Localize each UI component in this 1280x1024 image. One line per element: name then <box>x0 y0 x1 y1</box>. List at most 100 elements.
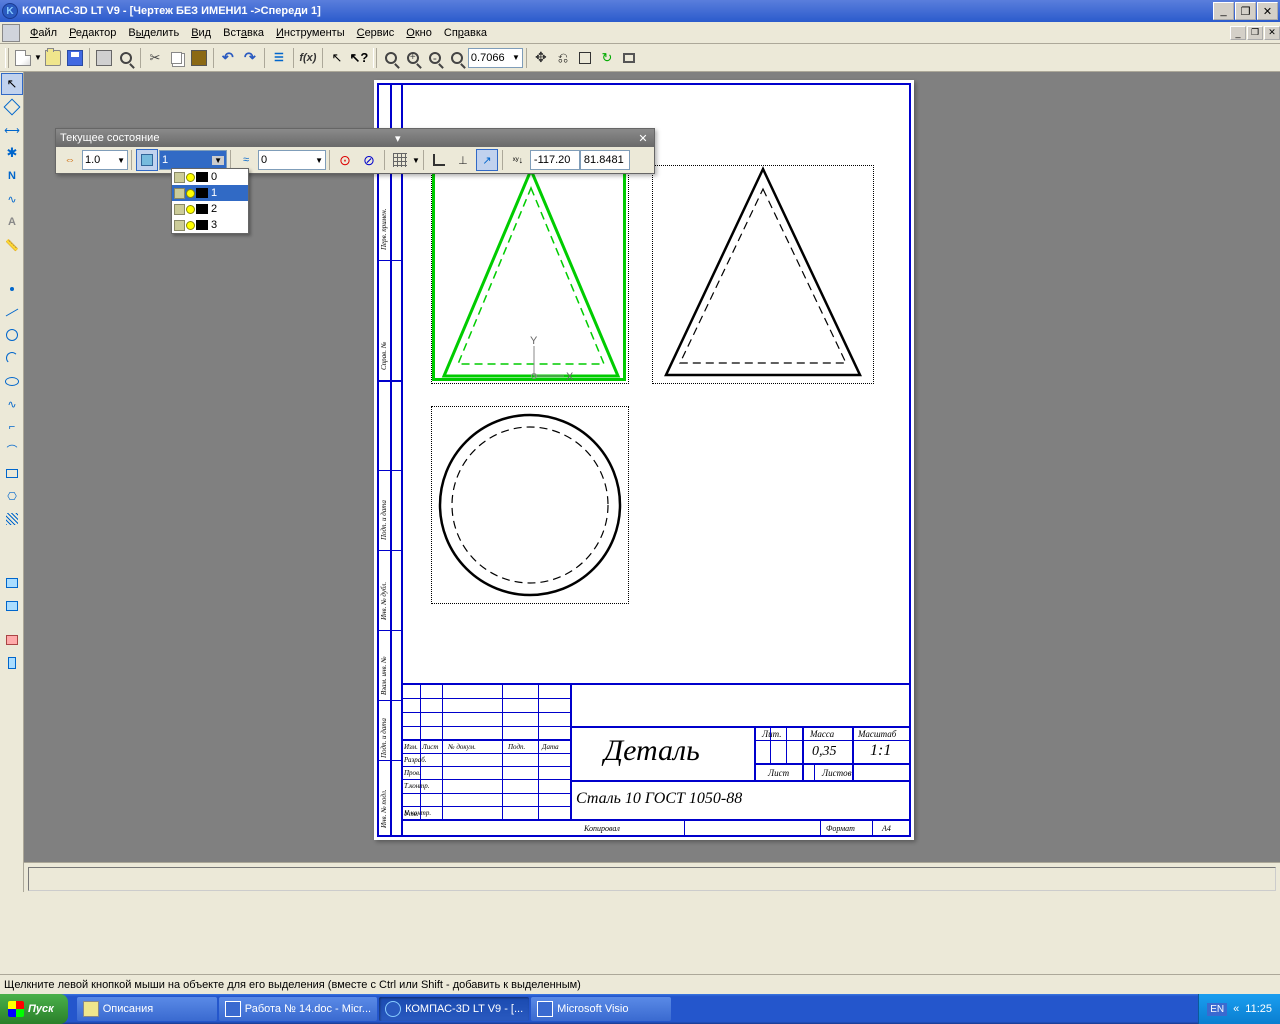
new-dropdown[interactable]: ▼ <box>34 53 42 62</box>
tool-point[interactable] <box>1 278 23 300</box>
grid-button[interactable] <box>389 149 411 171</box>
tool-rect[interactable] <box>1 462 23 484</box>
undo-button[interactable]: ↶ <box>217 47 239 69</box>
tool-fillet[interactable]: ⌒ <box>1 439 23 461</box>
local-coord-button[interactable]: ↗ <box>476 149 498 171</box>
tool-params[interactable]: А <box>1 211 23 233</box>
paste-button[interactable] <box>188 47 210 69</box>
menu-insert[interactable]: Вставка <box>217 25 270 41</box>
redo-button[interactable]: ↷ <box>239 47 261 69</box>
tool-ellipse[interactable] <box>1 370 23 392</box>
tool-panel2[interactable] <box>1 595 23 617</box>
prov-label: Пров. <box>404 769 421 777</box>
open-button[interactable] <box>42 47 64 69</box>
zoom-window-button[interactable] <box>446 47 468 69</box>
layer-item-2[interactable]: 2 <box>172 201 248 217</box>
step-input[interactable]: 1.0▼ <box>82 150 128 170</box>
tray-chevron[interactable]: « <box>1233 1003 1239 1015</box>
save-button[interactable] <box>64 47 86 69</box>
zoom-value-input[interactable]: 0.7066▼ <box>468 48 523 68</box>
tool-spline[interactable]: ∿ <box>1 393 23 415</box>
preview-button[interactable] <box>115 47 137 69</box>
maximize-button[interactable]: ❐ <box>1235 2 1256 20</box>
zoom-in-button[interactable] <box>402 47 424 69</box>
floating-close-button[interactable]: ✕ <box>636 132 650 145</box>
tool-library[interactable] <box>1 629 23 651</box>
linestyle-select[interactable]: 0▼ <box>258 150 326 170</box>
tool-geometry[interactable] <box>1 96 23 118</box>
floating-panel-title[interactable]: Текущее состояние ▾ ✕ <box>56 129 654 147</box>
menu-view[interactable]: Вид <box>185 25 217 41</box>
circle-1[interactable] <box>431 406 629 604</box>
refresh-button[interactable] <box>574 47 596 69</box>
layer-item-3[interactable]: 3 <box>172 217 248 233</box>
properties-button[interactable]: ☰ <box>268 47 290 69</box>
tool-select[interactable]: ↖ <box>1 73 23 95</box>
menu-file[interactable]: Файл <box>24 25 63 41</box>
cut-button[interactable]: ✂ <box>144 47 166 69</box>
tool-polygon[interactable]: ⎔ <box>1 485 23 507</box>
tool-chamfer[interactable]: ⌐ <box>1 416 23 438</box>
tool-hatch[interactable] <box>1 508 23 530</box>
tool-text[interactable]: N <box>1 165 23 187</box>
redraw-button[interactable]: ↻ <box>596 47 618 69</box>
mdi-close[interactable]: ✕ <box>1264 26 1280 40</box>
menu-edit[interactable]: Редактор <box>63 25 122 41</box>
step-button[interactable]: ⇔ <box>59 149 81 171</box>
pointer-button[interactable]: ↖ <box>326 47 348 69</box>
copy-button[interactable] <box>166 47 188 69</box>
snap-button[interactable]: ⊙ <box>334 149 356 171</box>
menu-service[interactable]: Сервис <box>351 25 401 41</box>
layer-item-1[interactable]: 1 <box>172 185 248 201</box>
zoom-all-button[interactable] <box>380 47 402 69</box>
zoom-prev-button[interactable]: ⎌ <box>552 47 574 69</box>
layer-select[interactable]: 1▼ <box>159 150 227 170</box>
clock[interactable]: 11:25 <box>1245 1003 1272 1015</box>
task-item-1[interactable]: Работа № 14.doc - Micr... <box>219 997 377 1021</box>
tool-circle[interactable] <box>1 324 23 346</box>
menu-help[interactable]: Справка <box>438 25 493 41</box>
menu-select[interactable]: Выделить <box>122 25 185 41</box>
layer-item-0[interactable]: 0 <box>172 169 248 185</box>
tool-panel1[interactable] <box>1 572 23 594</box>
grid-dropdown[interactable]: ▼ <box>412 156 420 165</box>
tool-dimension[interactable]: ⟷ <box>1 119 23 141</box>
start-button[interactable]: Пуск <box>0 994 68 1024</box>
task-item-3[interactable]: Microsoft Visio <box>531 997 671 1021</box>
variables-button[interactable]: f(x) <box>297 47 319 69</box>
document-icon[interactable] <box>2 24 20 42</box>
snap-toggle-button[interactable]: ⊘ <box>358 149 380 171</box>
language-indicator[interactable]: EN <box>1207 1003 1227 1016</box>
coord-y-field[interactable]: 81.8481 <box>580 150 630 170</box>
mdi-restore[interactable]: ❐ <box>1247 26 1263 40</box>
close-button[interactable]: ✕ <box>1257 2 1278 20</box>
frame-button[interactable] <box>618 47 640 69</box>
mdi-minimize[interactable]: _ <box>1230 26 1246 40</box>
print-button[interactable] <box>93 47 115 69</box>
whatsthis-button[interactable]: ↖? <box>348 47 370 69</box>
perp-button[interactable]: ⊥ <box>452 149 474 171</box>
floating-panel-current-state[interactable]: Текущее состояние ▾ ✕ ⇔ 1.0▼ 1▼ ≈ 0▼ ⊙ ⊘… <box>55 128 655 174</box>
floating-dropdown-icon[interactable]: ▾ <box>395 132 401 145</box>
tool-line[interactable] <box>1 301 23 323</box>
property-box[interactable] <box>28 867 1276 891</box>
menu-window[interactable]: Окно <box>400 25 438 41</box>
pan-button[interactable]: ✥ <box>530 47 552 69</box>
ortho-button[interactable] <box>428 149 450 171</box>
tool-arc[interactable] <box>1 347 23 369</box>
system-tray[interactable]: EN « 11:25 <box>1198 994 1280 1024</box>
zoom-out-button[interactable] <box>424 47 446 69</box>
layer-dropdown-popup[interactable]: 0 1 2 3 <box>171 168 249 234</box>
task-item-0[interactable]: Описания <box>77 997 217 1021</box>
tool-library2[interactable] <box>1 652 23 674</box>
tool-edit[interactable]: ∿ <box>1 188 23 210</box>
tool-symbols[interactable]: ✱ <box>1 142 23 164</box>
tool-measure[interactable]: 📏 <box>1 234 23 256</box>
task-item-2[interactable]: КОМПАС-3D LT V9 - [... <box>379 997 529 1021</box>
minimize-button[interactable]: _ <box>1213 2 1234 20</box>
new-button[interactable] <box>12 47 34 69</box>
coord-x-field[interactable]: -117.20 <box>530 150 580 170</box>
triangle-2[interactable] <box>652 165 874 384</box>
menu-tools[interactable]: Инструменты <box>270 25 351 41</box>
layer-state-button[interactable] <box>136 149 158 171</box>
